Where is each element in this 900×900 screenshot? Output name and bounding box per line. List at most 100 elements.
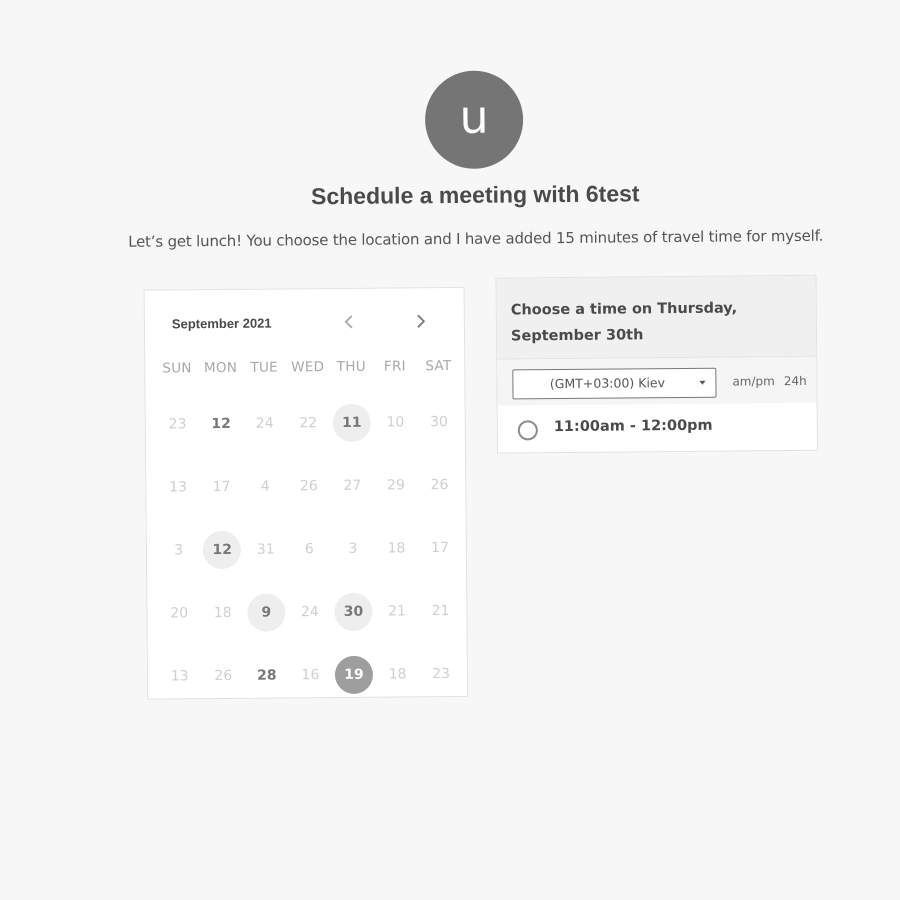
time-slot[interactable]: 11:00am - 12:00pm <box>498 403 817 454</box>
calendar-day: 13 <box>156 455 200 518</box>
calendar-day-number: 26 <box>214 667 233 684</box>
scheduling-page: u Schedule a meeting with 6test Let’s ge… <box>0 0 900 900</box>
calendar-day: 18 <box>201 581 245 644</box>
calendar-day: 13 <box>158 644 202 707</box>
calendar-day: 20 <box>157 581 201 644</box>
avatar: u <box>424 70 524 170</box>
calendar-day-number: 10 <box>386 413 405 431</box>
weekday-label: FRI <box>383 358 406 375</box>
calendar-day-number: 26 <box>430 476 449 493</box>
calendar-day: 10 <box>373 390 417 453</box>
calendar-day-number: 9 <box>247 592 286 632</box>
calendar-day: 28 <box>245 643 289 706</box>
calendar-day-number: 23 <box>432 665 451 682</box>
calendar-day-number: 12 <box>211 415 231 432</box>
page-title: Schedule a meeting with 6test <box>310 180 640 210</box>
calendar-day-number: 31 <box>256 541 275 558</box>
time-slot-label: 11:00am - 12:00pm <box>553 417 713 436</box>
calendar-day-number: 30 <box>429 413 448 430</box>
timezone-select[interactable]: (GMT+03:00) Kiev <box>512 367 717 400</box>
calendar-day-number: 18 <box>387 539 406 557</box>
format-24h-option[interactable]: 24h <box>784 374 807 388</box>
weekday-label: SAT <box>425 357 452 375</box>
calendar-day-number: 13 <box>170 667 189 684</box>
calendar-day: 27 <box>330 454 374 517</box>
calendar-day-number: 18 <box>213 604 232 621</box>
calendar-day: 31 <box>244 517 288 580</box>
calendar-day-number: 17 <box>212 478 231 495</box>
chevron-right-icon <box>417 314 426 328</box>
calendar-day-number: 20 <box>170 604 189 621</box>
calendar-day-number: 28 <box>257 667 277 684</box>
calendar-day: 24 <box>243 391 287 454</box>
calendar-day-available[interactable]: 12 <box>200 518 244 581</box>
weekday-label: WED <box>291 359 325 376</box>
calendar-day: 26 <box>201 644 245 707</box>
calendar-day: 3 <box>331 517 375 580</box>
weekday-header-row: SUN MON TUE WED THU FRI SAT <box>155 358 460 377</box>
time-selection-panel: Choose a time on Thursday, September 30t… <box>495 274 819 454</box>
calendar-day-number: 21 <box>388 602 407 620</box>
calendar-day-number: 12 <box>203 530 242 569</box>
calendar-day: 26 <box>417 453 461 516</box>
calendar-day-number: 17 <box>431 539 450 556</box>
calendar-day: 22 <box>286 391 330 454</box>
calendar-day-number: 13 <box>169 478 188 495</box>
calendar-day-available[interactable]: 9 <box>244 580 288 643</box>
calendar-day: 17 <box>200 455 244 518</box>
calendar-month-label: September 2021 <box>171 315 272 332</box>
timezone-value: (GMT+03:00) Kiev <box>549 375 666 392</box>
next-month-button[interactable] <box>410 310 432 332</box>
calendar-day-number: 3 <box>348 540 358 557</box>
calendar-day-number: 18 <box>388 665 407 683</box>
calendar-day: 17 <box>418 516 462 579</box>
calendar-day-number: 4 <box>260 478 270 495</box>
calendar: September 2021 SUN MON TUE WED THU FRI SAT 23 1… <box>143 286 469 700</box>
calendar-day-number: 3 <box>174 541 184 558</box>
calendar-day: 6 <box>287 517 331 580</box>
weekday-label: THU <box>336 358 366 375</box>
time-format-toggle: am/pm 24h <box>732 374 806 389</box>
chevron-left-icon <box>344 315 353 329</box>
calendar-day-number: 21 <box>431 602 450 619</box>
calendar-day-number: 23 <box>168 415 187 432</box>
caret-down-icon <box>699 380 706 385</box>
weekday-label: SUN <box>162 360 192 377</box>
calendar-day: 3 <box>157 518 201 581</box>
calendar-day-grid: 23 12 24 22 11 10 30 13 17 4 26 27 29 26 3 12 31 6 3 18 17 20… <box>155 390 463 708</box>
time-panel-controls: (GMT+03:00) Kiev am/pm 24h <box>497 356 817 406</box>
calendar-day: 24 <box>288 580 332 643</box>
calendar-day: 29 <box>374 453 418 516</box>
previous-month-button[interactable] <box>338 311 360 333</box>
calendar-day-number: 6 <box>304 540 314 557</box>
time-panel-header: Choose a time on Thursday, September 30t… <box>496 275 817 360</box>
weekday-label: TUE <box>250 359 279 376</box>
calendar-day: 23 <box>155 392 199 455</box>
calendar-day: 16 <box>288 643 332 706</box>
calendar-day: 23 <box>419 642 463 705</box>
calendar-day: 4 <box>243 454 287 517</box>
calendar-day-number: 27 <box>343 477 362 494</box>
page: u Schedule a meeting with 6test Let’s ge… <box>0 0 900 900</box>
calendar-day: 18 <box>376 642 420 705</box>
radio-button[interactable] <box>517 420 538 441</box>
calendar-day-available[interactable]: 30 <box>331 580 375 643</box>
calendar-header: September 2021 <box>145 288 465 357</box>
calendar-day-number: 19 <box>334 655 374 694</box>
calendar-day-number: 29 <box>386 476 405 494</box>
meeting-description: Let’s get lunch! You choose the location… <box>128 226 824 251</box>
calendar-day: 30 <box>417 390 461 453</box>
time-panel-heading: Choose a time on Thursday, September 30t… <box>510 300 738 345</box>
calendar-day-number: 24 <box>300 603 319 620</box>
calendar-day-number: 24 <box>255 415 274 432</box>
avatar-letter: u <box>459 89 489 144</box>
weekday-label: MON <box>203 359 238 377</box>
calendar-day: 21 <box>375 579 419 642</box>
calendar-day-available[interactable]: 11 <box>330 391 374 454</box>
calendar-day: 12 <box>199 392 243 455</box>
calendar-day-number: 22 <box>299 414 318 431</box>
calendar-day-selected[interactable]: 19 <box>332 643 376 706</box>
calendar-day: 26 <box>287 454 331 517</box>
format-ampm-option[interactable]: am/pm <box>732 374 775 388</box>
calendar-day-number: 11 <box>332 403 371 442</box>
